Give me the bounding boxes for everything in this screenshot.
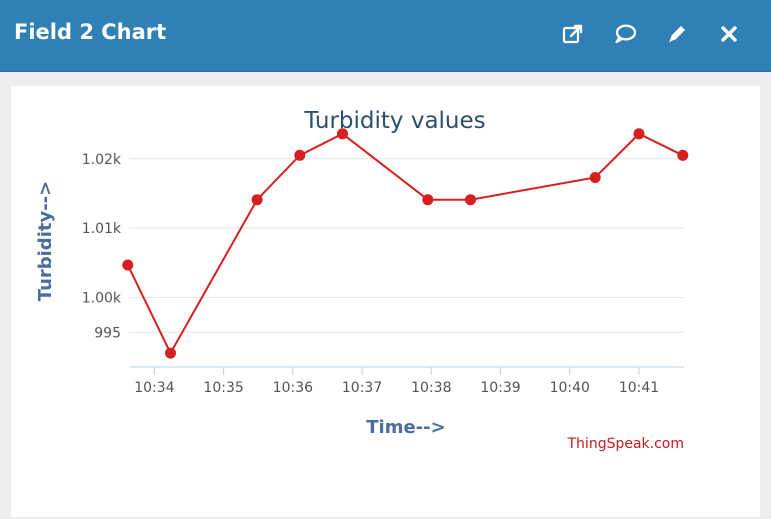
y-axis-title: Turbidity--> [35,181,56,301]
data-point [589,172,601,183]
chart-window-header: Field 2 Chart [0,0,771,72]
y-tick-label: 1.01k [82,221,122,237]
y-tick-label: 1.00k [82,291,122,307]
chart-credit[interactable]: ThingSpeak.com [567,436,685,452]
data-point [422,194,434,206]
data-point [294,149,306,161]
header-toolbar [561,22,741,46]
x-tick-label: 10:37 [342,380,382,396]
external-link-icon[interactable] [561,22,585,46]
pencil-icon[interactable] [665,22,689,46]
close-icon[interactable] [717,22,741,46]
x-tick-label: 10:34 [134,380,174,396]
x-tick-label: 10:41 [619,380,659,396]
data-point [633,128,645,140]
data-point [465,194,476,206]
chart-title: Turbidity values [303,108,485,134]
y-tick-label: 1.02k [82,152,122,168]
window-title: Field 2 Chart [14,20,167,44]
x-tick-label: 10:35 [203,380,243,396]
gridlines [129,158,684,333]
x-tick-label: 10:38 [411,380,451,396]
x-tick-label: 10:39 [480,380,520,396]
data-point [165,347,176,359]
chart-panel: 995 1.00k 1.01k 1.02k 10:34 10:35 10:36 10:37 10… [11,86,760,517]
data-point [677,149,689,161]
x-tick-label: 10:40 [550,380,590,396]
y-tick-label: 995 [94,325,121,341]
comment-icon[interactable] [613,22,637,46]
data-point [122,259,134,271]
data-point [251,194,263,206]
x-axis-title: Time--> [366,417,445,438]
series-line [126,132,684,356]
axes: 995 1.00k 1.01k 1.02k 10:34 10:35 10:36 10:37 10… [82,152,684,396]
line-chart: 995 1.00k 1.01k 1.02k 10:34 10:35 10:36 10:37 10… [35,108,689,452]
x-tick-label: 10:36 [273,380,313,396]
series-turbidity [122,128,689,359]
